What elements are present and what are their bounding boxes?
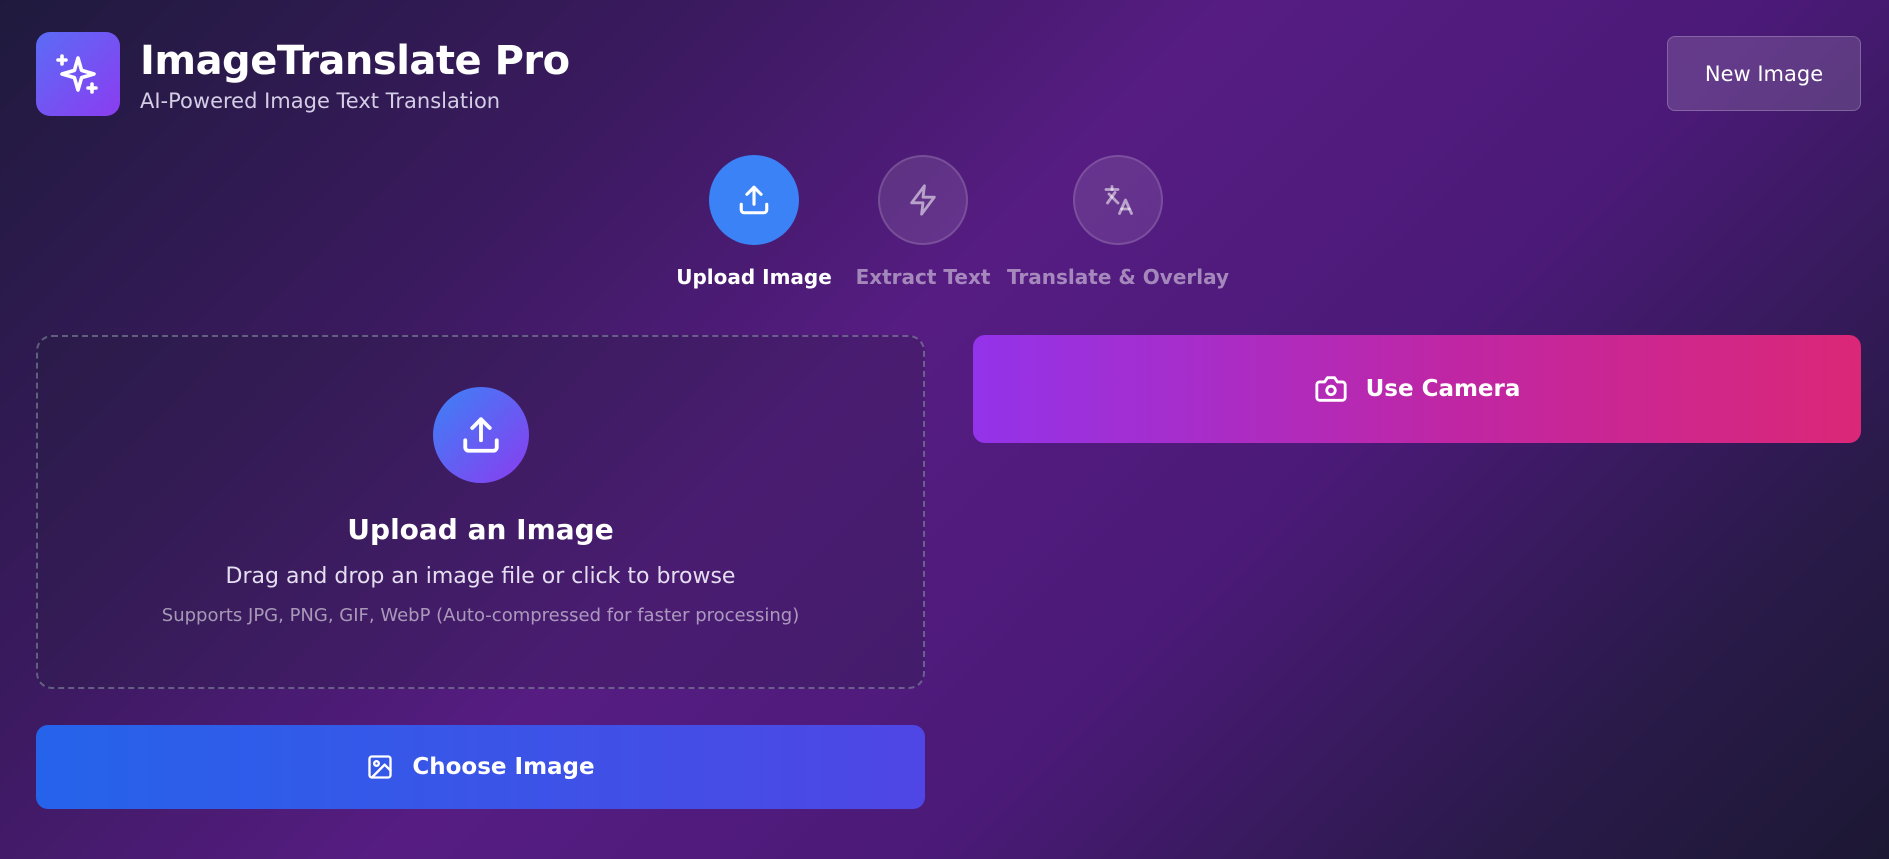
choose-image-button[interactable]: Choose Image <box>36 725 925 809</box>
dropzone-title: Upload an Image <box>347 513 614 546</box>
app-logo <box>36 32 120 116</box>
upload-dropzone[interactable]: Upload an Image Drag and drop an image f… <box>36 335 925 689</box>
choose-image-label: Choose Image <box>412 754 595 780</box>
app-subtitle: AI-Powered Image Text Translation <box>140 89 501 113</box>
upload-icon <box>737 183 771 217</box>
step-circle <box>878 155 968 245</box>
step-circle <box>1073 155 1163 245</box>
dropzone-icon-circle <box>432 387 529 483</box>
app-title: ImageTranslate Pro <box>140 38 570 84</box>
upload-icon <box>460 414 502 456</box>
new-image-button[interactable]: New Image <box>1667 36 1861 111</box>
dropzone-note: Supports JPG, PNG, GIF, WebP (Auto-compr… <box>161 605 800 626</box>
step-label: Extract Text <box>855 265 991 289</box>
progress-steps: Upload Image Extract Text Translate & Ov… <box>0 155 1889 295</box>
app-header: ImageTranslate Pro AI-Powered Image Text… <box>36 32 570 116</box>
image-icon <box>366 753 394 781</box>
step-label: Translate & Overlay <box>1006 265 1230 289</box>
dropzone-description: Drag and drop an image file or click to … <box>225 564 736 589</box>
camera-icon <box>1314 372 1348 406</box>
translate-icon <box>1100 182 1136 218</box>
use-camera-label: Use Camera <box>1365 376 1521 402</box>
step-translate-overlay: Translate & Overlay <box>998 155 1238 289</box>
step-circle <box>709 155 799 245</box>
lightning-icon <box>906 183 940 217</box>
sparkles-icon <box>54 50 102 98</box>
use-camera-button[interactable]: Use Camera <box>973 335 1861 443</box>
